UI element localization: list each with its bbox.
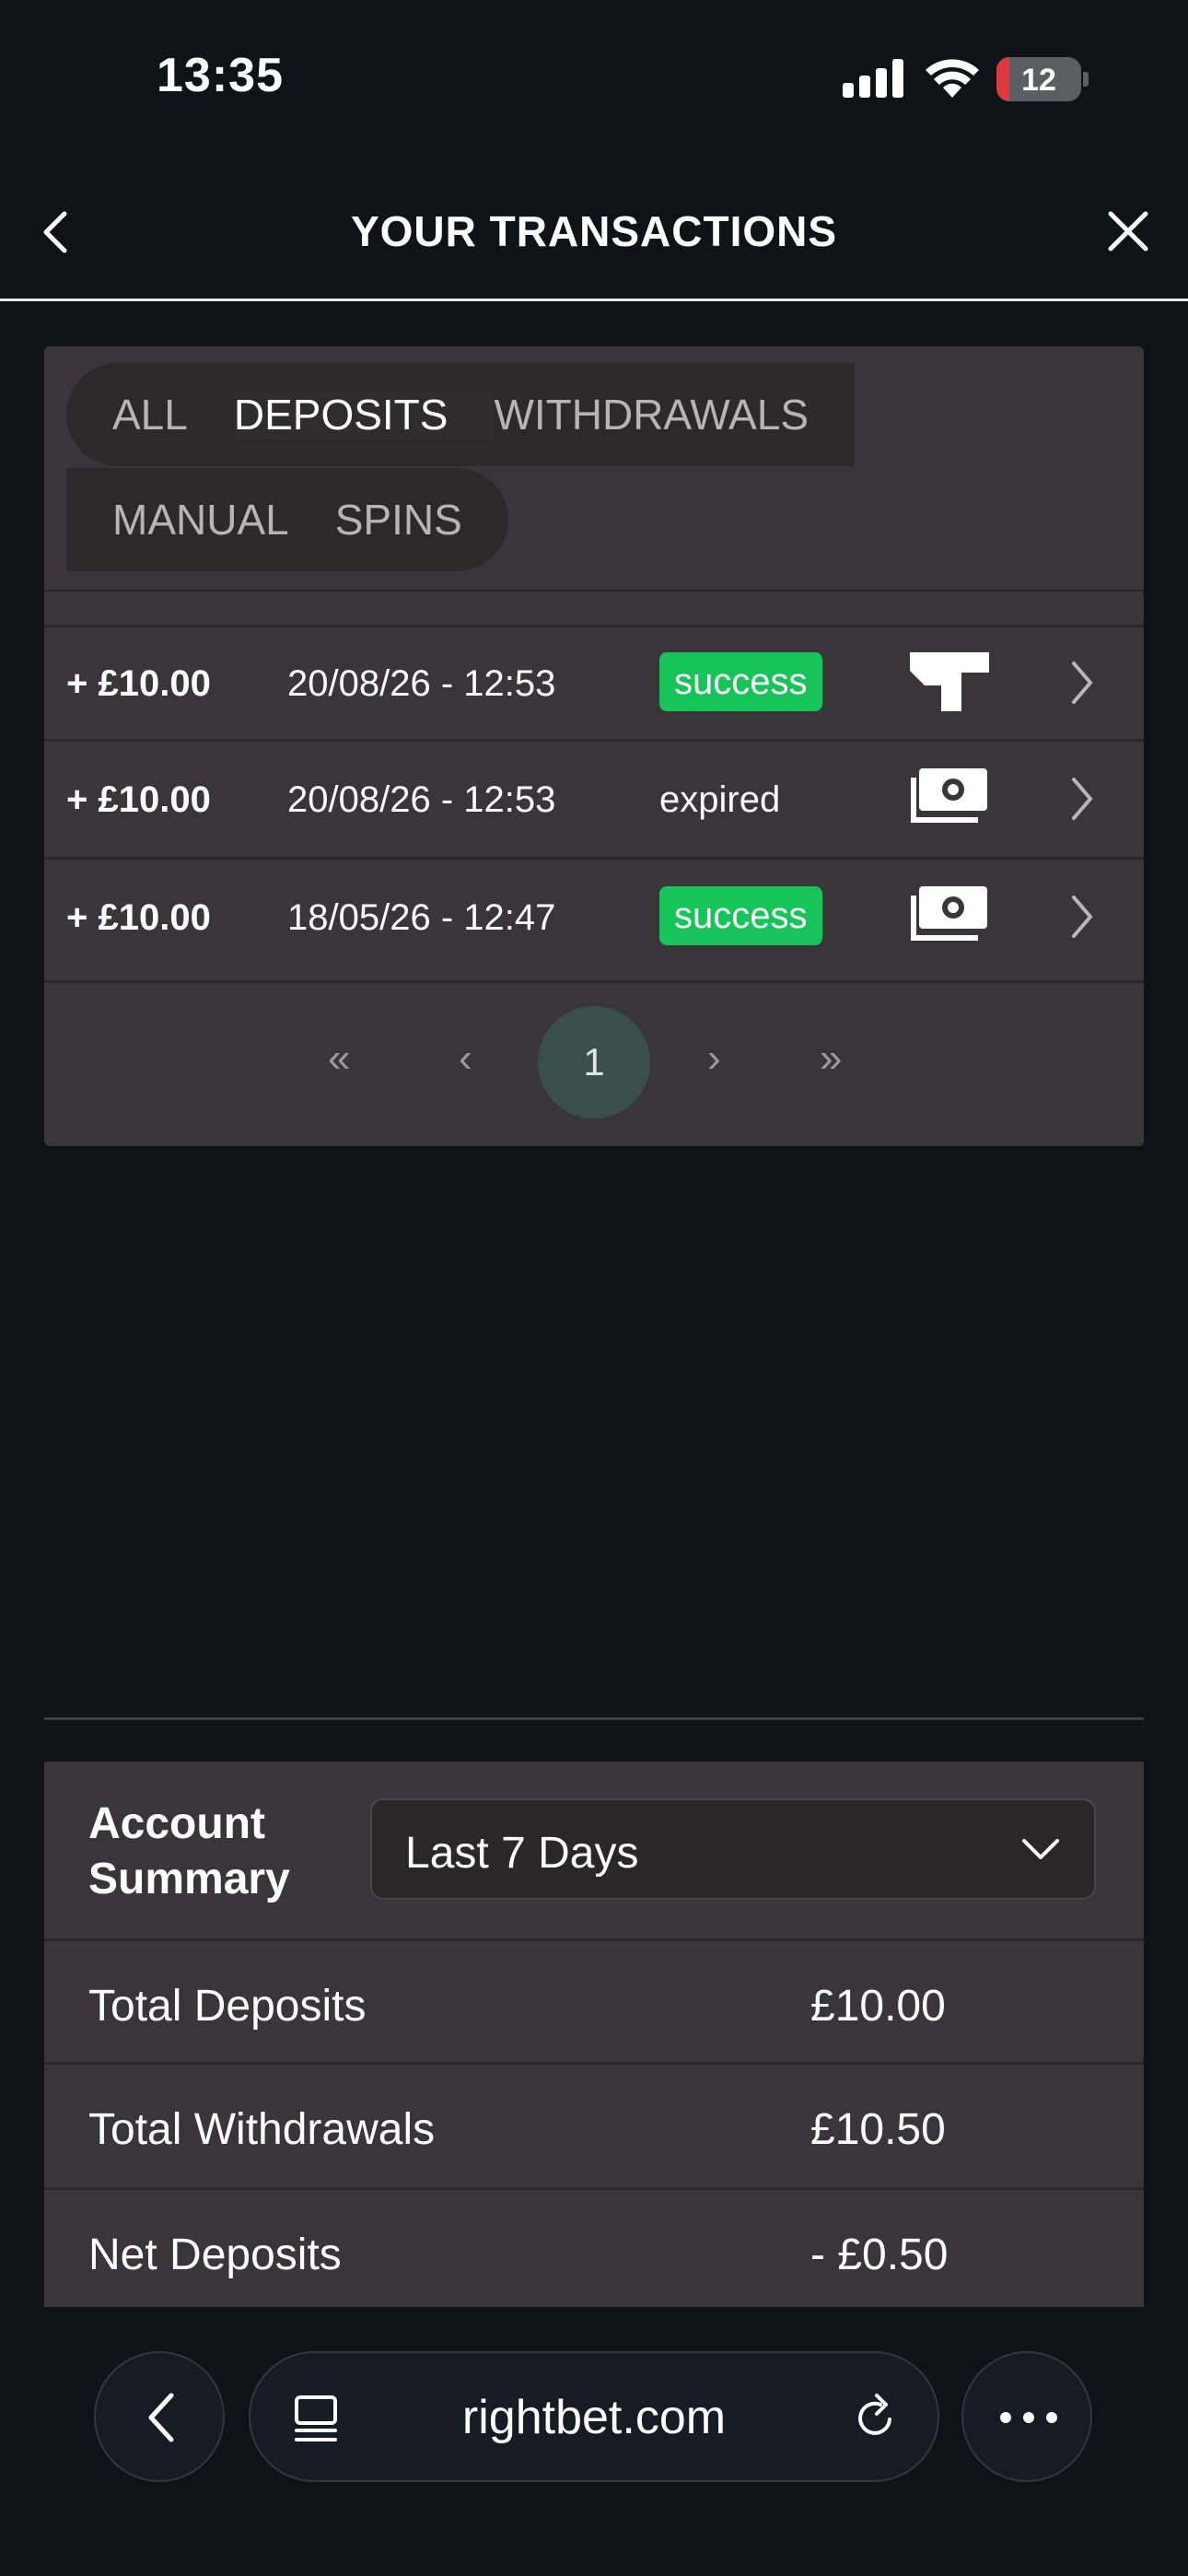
- transaction-date: 20/08/26 - 12:53: [287, 779, 556, 820]
- transaction-amount: + £10.00: [66, 779, 211, 820]
- more-options-button[interactable]: [961, 2351, 1092, 2482]
- summary-label: Total Withdrawals: [88, 2105, 436, 2154]
- tabs-divider: [44, 590, 1144, 591]
- cellular-signal-icon: [843, 59, 905, 98]
- back-arrow-icon: [148, 2393, 174, 2442]
- header-divider: [0, 299, 1188, 301]
- section-divider: [44, 1717, 1144, 1720]
- chevron-right-icon[interactable]: [1068, 660, 1096, 706]
- wifi-icon: [926, 59, 979, 98]
- chevron-right-icon[interactable]: [1068, 776, 1096, 822]
- summary-value: - £0.50: [810, 2231, 949, 2279]
- next-page-button[interactable]: ›: [707, 1036, 721, 1082]
- tab-withdrawals[interactable]: WITHDRAWALS: [494, 390, 809, 439]
- prev-page-button[interactable]: ‹: [459, 1036, 472, 1082]
- url-text: rightbet.com: [461, 2391, 727, 2444]
- cash-icon: [911, 768, 987, 823]
- page-title: YOUR TRANSACTIONS: [350, 207, 838, 255]
- last-page-button[interactable]: »: [820, 1036, 842, 1082]
- summary-label: Total Deposits: [88, 1982, 367, 2031]
- chevron-right-icon[interactable]: [1068, 894, 1096, 940]
- tab-bar-row-1: ALL DEPOSITS WITHDRAWALS: [66, 363, 856, 466]
- trustly-logo-icon: [910, 652, 989, 711]
- tab-deposits[interactable]: DEPOSITS: [233, 390, 495, 439]
- transaction-amount: + £10.00: [66, 897, 211, 938]
- tab-spins[interactable]: SPINS: [335, 495, 462, 544]
- summary-value: £10.50: [810, 2105, 946, 2154]
- more-dots-icon: [1000, 2412, 1057, 2423]
- transaction-amount: + £10.00: [66, 663, 211, 704]
- close-icon[interactable]: [1105, 208, 1151, 254]
- browser-back-button[interactable]: [94, 2351, 225, 2482]
- summary-value: £10.00: [810, 1982, 946, 2031]
- summary-label: Net Deposits: [88, 2231, 342, 2279]
- status-time: 13:35: [157, 49, 284, 102]
- status-badge: success: [659, 652, 822, 711]
- period-select-value: Last 7 Days: [405, 1829, 639, 1878]
- battery-icon: 12: [996, 57, 1081, 101]
- status-badge: success: [659, 886, 822, 945]
- battery-level: 12: [1021, 63, 1056, 98]
- current-page-button[interactable]: 1: [538, 1006, 650, 1118]
- transaction-date: 18/05/26 - 12:47: [287, 897, 556, 938]
- account-summary-title: Account Summary: [88, 1799, 290, 1903]
- tab-all[interactable]: ALL: [112, 390, 234, 439]
- tab-manual[interactable]: MANUAL: [112, 495, 335, 544]
- first-page-button[interactable]: «: [328, 1036, 350, 1082]
- tab-bar-row-2: MANUAL SPINS: [66, 468, 508, 571]
- status-text: expired: [659, 779, 781, 820]
- cash-icon: [911, 886, 987, 941]
- battery-cap: [1083, 72, 1089, 87]
- chevron-down-icon: [1022, 1839, 1059, 1859]
- transaction-date: 20/08/26 - 12:53: [287, 663, 556, 704]
